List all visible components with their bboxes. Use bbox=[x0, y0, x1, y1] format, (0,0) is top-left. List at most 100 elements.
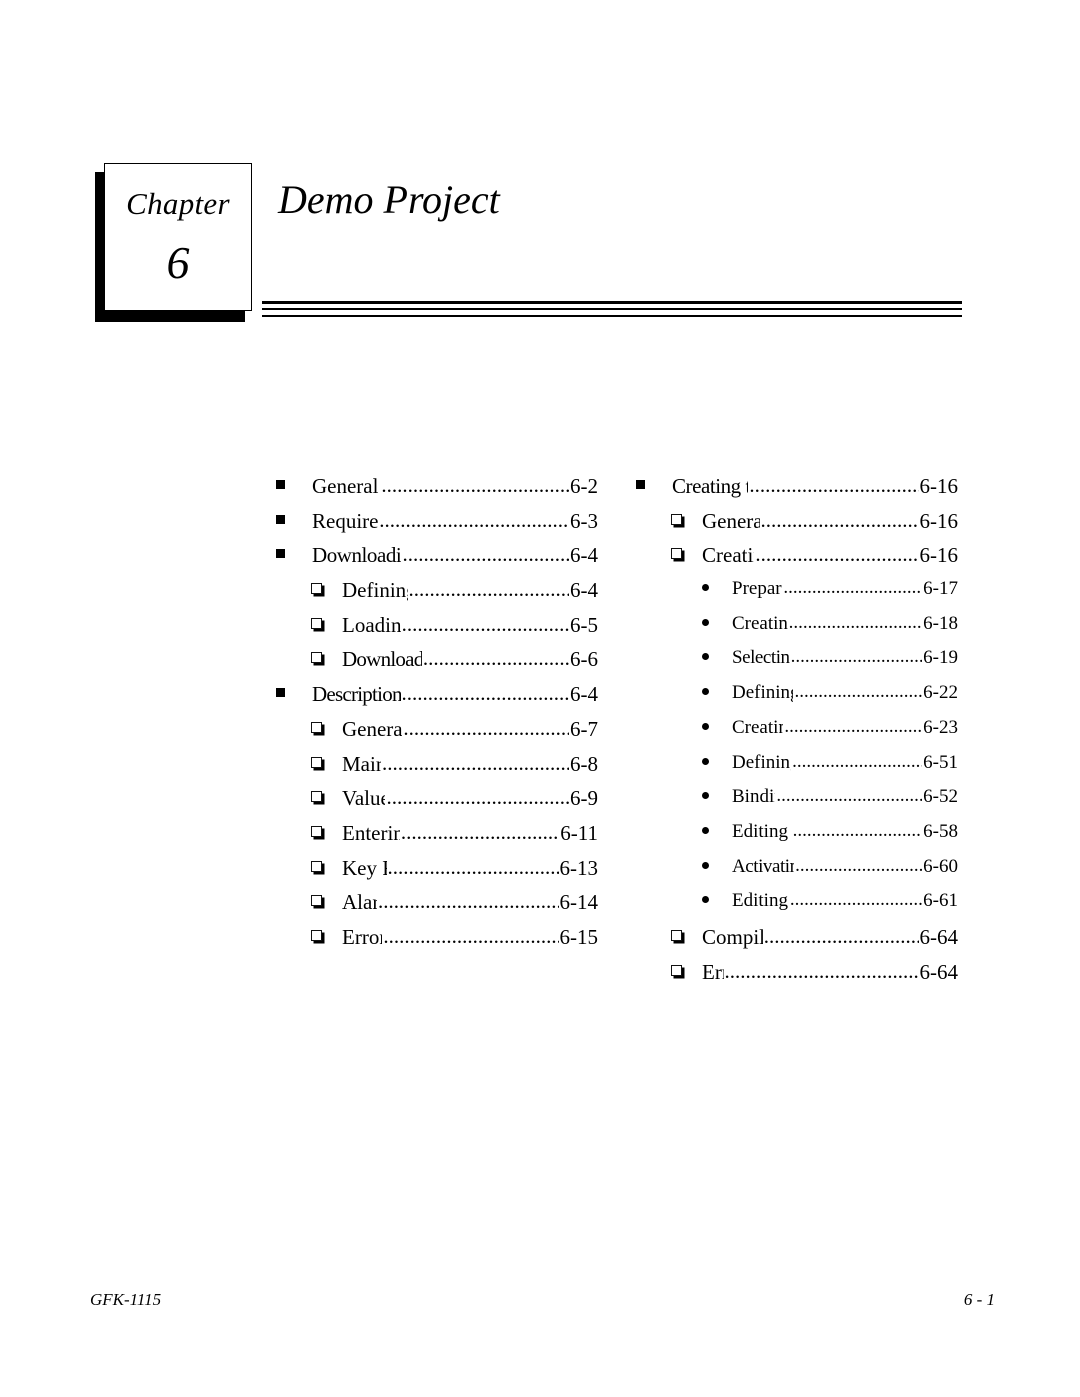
toc-entry-page-number: 6-14 bbox=[559, 890, 599, 915]
disc-bullet-icon bbox=[701, 683, 732, 702]
hollow-square-bullet-icon bbox=[311, 652, 322, 664]
toc-entry[interactable]: Value Entries...........................… bbox=[276, 785, 598, 821]
disc-bullet-icon bbox=[701, 891, 732, 910]
toc-leader-dots: ........................................… bbox=[381, 473, 569, 497]
toc-entry-label: Alarm List bbox=[342, 890, 377, 915]
hollow-square-bullet-icon bbox=[311, 754, 342, 775]
toc-entry-label: Main Menu bbox=[342, 751, 381, 776]
toc-entry-page-number: 6-2 bbox=[570, 474, 598, 498]
disc-bullet-icon bbox=[702, 722, 709, 730]
toc-entry[interactable]: Binding Pictures........................… bbox=[636, 785, 958, 821]
toc-entry-label: Editing the Connections bbox=[732, 890, 789, 912]
toc-entry[interactable]: Downloading the Demo Project............… bbox=[276, 542, 598, 578]
hollow-square-bullet-icon bbox=[311, 929, 322, 941]
toc-entry[interactable]: Compiling the Project...................… bbox=[636, 924, 959, 960]
toc-entry[interactable]: General Information.....................… bbox=[276, 716, 598, 752]
toc-entry[interactable]: Key Functions...........................… bbox=[276, 855, 598, 891]
toc-entry-label: Errors bbox=[702, 959, 724, 984]
toc-leader-dots: ........................................… bbox=[422, 646, 569, 671]
toc-entry[interactable]: Editing the Connections.................… bbox=[636, 889, 958, 925]
toc-entry-page-number: 6-6 bbox=[570, 647, 598, 672]
toc-entry-page-number: 6-23 bbox=[923, 716, 958, 738]
toc-entry-page-number: 6-9 bbox=[570, 786, 598, 811]
hollow-square-bullet-icon bbox=[311, 721, 322, 733]
toc-entry[interactable]: Defining Key Assignments................… bbox=[636, 681, 958, 717]
toc-entry[interactable]: Editing the Alarm System................… bbox=[636, 819, 958, 856]
hollow-square-bullet-icon bbox=[311, 895, 322, 907]
disc-bullet-icon bbox=[701, 753, 732, 772]
toc-entry-page-number: 6-51 bbox=[923, 751, 958, 773]
toc-entry-label: Creating the Demo Project bbox=[672, 474, 748, 498]
toc-entry[interactable]: Alarm List..............................… bbox=[276, 889, 599, 925]
hollow-square-bullet-icon bbox=[311, 825, 322, 837]
toc-entry[interactable]: Creating a New Project..................… bbox=[636, 612, 958, 648]
toc-leader-dots: ........................................… bbox=[776, 785, 922, 807]
toc-entry-page-number: 6-5 bbox=[570, 612, 598, 637]
toc-leader-dots: ........................................… bbox=[760, 507, 919, 532]
hollow-square-bullet-icon bbox=[311, 617, 322, 629]
toc-leader-dots: ........................................… bbox=[792, 819, 923, 841]
toc-leader-dots: ........................................… bbox=[724, 958, 919, 983]
hollow-square-bullet-icon bbox=[311, 788, 342, 809]
toc-entry[interactable]: General Information.....................… bbox=[636, 507, 958, 544]
disc-bullet-icon bbox=[702, 618, 709, 626]
toc-entry-page-number: 6-52 bbox=[923, 786, 958, 808]
toc-entry[interactable]: Main Menu...............................… bbox=[276, 750, 598, 787]
toc-leader-dots: ........................................… bbox=[794, 681, 923, 703]
toc-entry[interactable]: Description of the Demo Project.........… bbox=[276, 681, 598, 717]
toc-entry-page-number: 6-58 bbox=[923, 820, 958, 842]
toc-entry[interactable]: Activating the Alarm System.............… bbox=[636, 855, 958, 891]
toc-entry[interactable]: General Information.....................… bbox=[276, 473, 598, 509]
disc-bullet-icon bbox=[702, 688, 709, 696]
page-footer: GFK-1115 6 - 1 bbox=[90, 1290, 995, 1310]
toc-entry-page-number: 6-16 bbox=[919, 474, 959, 498]
toc-leader-dots: ........................................… bbox=[784, 715, 923, 737]
toc-column-right: Creating the Demo Project...............… bbox=[636, 473, 959, 995]
toc-entry-page-number: 6-4 bbox=[570, 543, 598, 568]
disc-bullet-icon bbox=[702, 896, 709, 904]
hollow-square-bullet-icon bbox=[311, 823, 342, 844]
toc-entry[interactable]: Error Picture...........................… bbox=[276, 923, 599, 960]
chapter-number-label: 6 bbox=[166, 237, 190, 288]
toc-entry-page-number: 6-7 bbox=[570, 716, 598, 741]
filled-square-bullet-icon bbox=[276, 545, 312, 566]
filled-square-bullet-icon bbox=[276, 480, 285, 489]
toc-leader-dots: ........................................… bbox=[790, 646, 923, 668]
hollow-square-bullet-icon bbox=[671, 545, 702, 566]
toc-entry[interactable]: Defining the User Path..................… bbox=[276, 577, 598, 613]
hollow-square-bullet-icon bbox=[311, 756, 322, 768]
toc-entry[interactable]: Defining the Text Groups................… bbox=[636, 751, 958, 787]
filled-square-bullet-icon bbox=[276, 549, 285, 559]
disc-bullet-icon bbox=[701, 787, 732, 806]
toc-entry[interactable]: Downloading/Starting the Project........… bbox=[276, 646, 598, 682]
toc-entry-label: Defining Key Assignments bbox=[732, 682, 794, 704]
toc-leader-dots: ........................................… bbox=[783, 577, 922, 599]
toc-entry-label: Key Functions bbox=[342, 855, 387, 880]
toc-entry-page-number: 6-11 bbox=[560, 820, 598, 845]
disc-bullet-icon bbox=[702, 653, 709, 661]
toc-entry-label: Creating the Pictures bbox=[732, 716, 784, 738]
toc-entry-page-number: 6-19 bbox=[923, 647, 958, 669]
disc-bullet-icon bbox=[701, 648, 732, 667]
toc-entry[interactable]: Creating a Project......................… bbox=[636, 542, 958, 578]
toc-entry-page-number: 6-64 bbox=[919, 924, 959, 949]
toc-entry[interactable]: Required Hardware.......................… bbox=[276, 508, 598, 544]
hollow-square-bullet-icon bbox=[671, 964, 682, 976]
toc-leader-dots: ........................................… bbox=[755, 542, 919, 567]
hollow-square-bullet-icon bbox=[311, 860, 322, 872]
toc-leader-dots: ........................................… bbox=[789, 889, 922, 911]
toc-entry[interactable]: Selecting the Connections...............… bbox=[636, 646, 958, 682]
toc-entry[interactable]: Creating the Pictures...................… bbox=[636, 715, 958, 752]
toc-entry-page-number: 6-8 bbox=[570, 751, 598, 776]
toc-entry[interactable]: Creating the Demo Project...............… bbox=[636, 473, 959, 509]
page-title: Demo Project bbox=[278, 177, 500, 222]
toc-leader-dots: ........................................… bbox=[383, 923, 558, 948]
toc-leader-dots: ........................................… bbox=[408, 577, 569, 602]
toc-entry[interactable]: Errors..................................… bbox=[636, 958, 958, 995]
toc-entry[interactable]: Preparing a Concept.....................… bbox=[636, 577, 958, 613]
toc-entry-label: General Information bbox=[312, 474, 380, 498]
toc-entry[interactable]: Loading the Project.....................… bbox=[276, 612, 598, 648]
toc-entry[interactable]: Entering a Password.....................… bbox=[276, 820, 598, 856]
toc-entry-page-number: 6-15 bbox=[559, 924, 599, 949]
toc-leader-dots: ........................................… bbox=[382, 750, 569, 775]
